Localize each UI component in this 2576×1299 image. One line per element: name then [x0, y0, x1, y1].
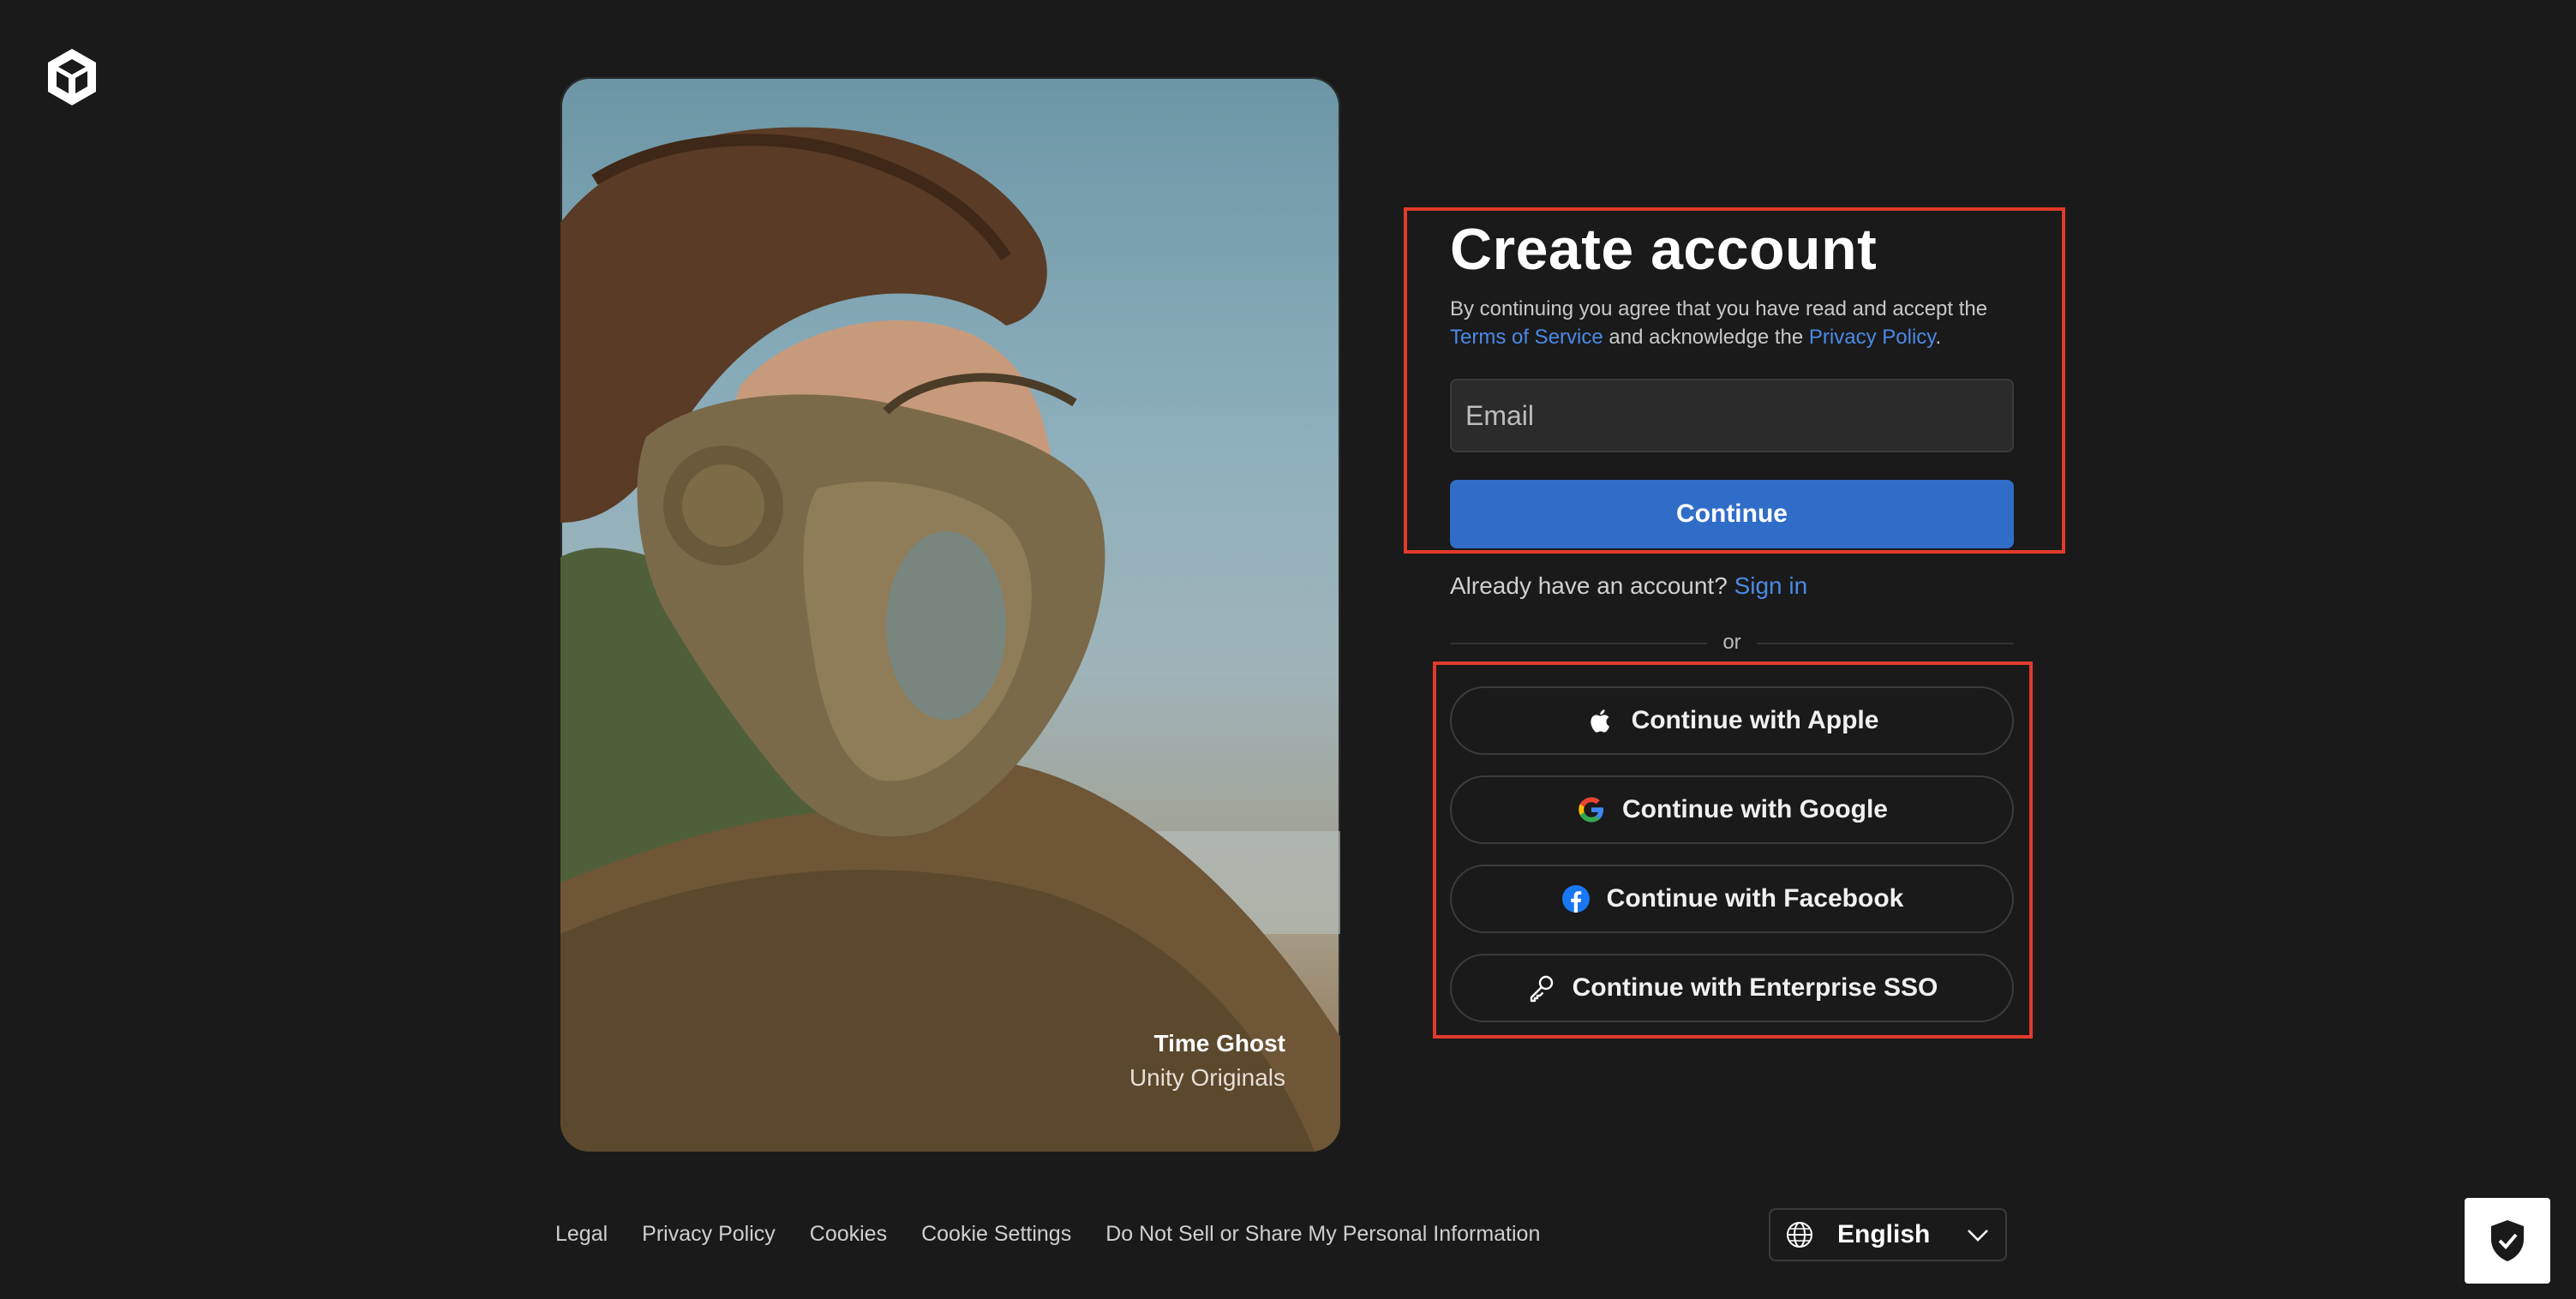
footer-link-cookies[interactable]: Cookies — [810, 1222, 887, 1247]
hero-illustration — [560, 127, 1340, 1152]
hero-caption: Time Ghost Unity Originals — [1129, 1027, 1285, 1095]
hero-title: Time Ghost — [1153, 1030, 1285, 1057]
footer-link-privacy-policy[interactable]: Privacy Policy — [642, 1222, 776, 1247]
chevron-down-icon — [1968, 1230, 1988, 1242]
sign-in-link[interactable]: Sign in — [1734, 572, 1808, 599]
footer-link-do-not-sell[interactable]: Do Not Sell or Share My Personal Informa… — [1105, 1222, 1540, 1247]
footer-link-cookie-settings[interactable]: Cookie Settings — [921, 1222, 1071, 1247]
hero-image: Time Ghost Unity Originals — [560, 77, 1340, 1152]
footer-link-legal[interactable]: Legal — [555, 1222, 608, 1247]
globe-icon — [1787, 1222, 1812, 1248]
language-selector[interactable]: English — [1769, 1208, 2007, 1261]
signin-prompt-text: Already have an account? — [1450, 572, 1734, 599]
footer-links: Legal Privacy Policy Cookies Cookie Sett… — [555, 1222, 1540, 1247]
highlight-box-sso — [1433, 661, 2033, 1039]
or-label: or — [1707, 631, 1757, 655]
unity-logo-icon[interactable] — [45, 47, 99, 107]
language-label: English — [1837, 1220, 1931, 1248]
highlight-box-form — [1404, 207, 2065, 554]
hero-subtitle: Unity Originals — [1129, 1064, 1285, 1091]
privacy-shield-button[interactable] — [2465, 1198, 2550, 1284]
shield-check-icon — [2491, 1220, 2524, 1261]
signin-prompt: Already have an account? Sign in — [1450, 572, 1807, 600]
